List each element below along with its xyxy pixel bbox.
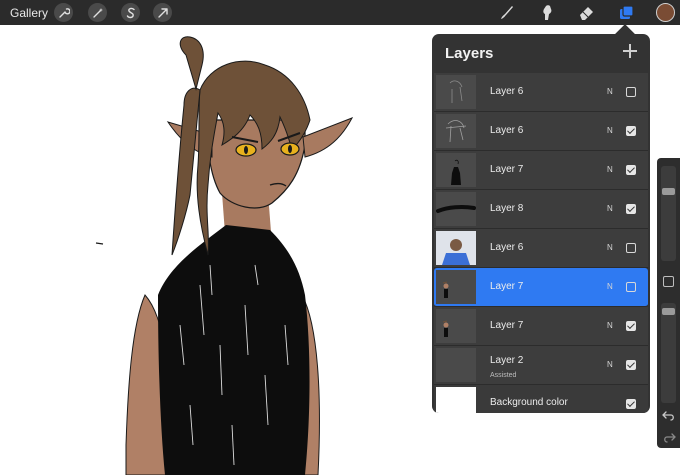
- layer-row[interactable]: Layer 8 N: [434, 190, 648, 229]
- layer-name: Layer 7: [490, 164, 524, 175]
- blend-mode-button[interactable]: N: [607, 87, 613, 96]
- visibility-checkbox[interactable]: [626, 126, 636, 136]
- layers-icon[interactable]: [617, 3, 636, 22]
- layer-thumbnail: [436, 348, 476, 382]
- color-picker-swatch[interactable]: [656, 3, 675, 22]
- eraser-icon[interactable]: [577, 3, 596, 22]
- transform-arrow-icon[interactable]: [153, 3, 172, 22]
- layer-name: Layer 7: [490, 281, 524, 292]
- background-color-label: Background color: [490, 397, 568, 408]
- blend-mode-button[interactable]: N: [607, 204, 613, 213]
- layer-thumbnail: [436, 231, 476, 265]
- opacity-thumb[interactable]: [662, 307, 675, 315]
- layer-row[interactable]: Layer 7 N: [434, 151, 648, 190]
- redo-icon[interactable]: [662, 432, 676, 444]
- adjustments-wand-icon[interactable]: [88, 3, 107, 22]
- blend-mode-button[interactable]: N: [607, 282, 613, 291]
- plus-icon[interactable]: [622, 43, 638, 59]
- blend-mode-button[interactable]: N: [607, 165, 613, 174]
- selection-s-icon[interactable]: [121, 3, 140, 22]
- gallery-button[interactable]: Gallery: [10, 6, 48, 20]
- layer-thumbnail: [436, 153, 476, 187]
- layer-thumbnail: [436, 114, 476, 148]
- background-color-swatch[interactable]: [436, 387, 476, 413]
- layer-thumbnail: [436, 75, 476, 109]
- smudge-icon[interactable]: [537, 3, 556, 22]
- layer-name: Layer 8: [490, 203, 524, 214]
- visibility-checkbox[interactable]: [626, 204, 636, 214]
- side-slider-bar: [657, 158, 680, 448]
- layer-thumbnail: [436, 270, 476, 304]
- visibility-checkbox[interactable]: [626, 282, 636, 292]
- visibility-checkbox[interactable]: [626, 399, 636, 409]
- layer-thumbnail: [436, 309, 476, 343]
- visibility-checkbox[interactable]: [626, 321, 636, 331]
- layer-list: Layer 6 N Layer 6 N Layer 7 N Layer 8 N: [434, 73, 648, 413]
- brush-size-slider[interactable]: [661, 166, 676, 261]
- top-toolbar: Gallery: [0, 0, 680, 25]
- layer-row[interactable]: Layer 6 N: [434, 112, 648, 151]
- layer-thumbnail: [436, 192, 476, 226]
- blend-mode-button[interactable]: N: [607, 243, 613, 252]
- brush-size-thumb[interactable]: [662, 188, 675, 195]
- undo-icon[interactable]: [662, 410, 676, 422]
- layer-name: Layer 7: [490, 320, 524, 331]
- square-modify-icon[interactable]: [663, 276, 674, 287]
- layer-row[interactable]: Layer 7 N: [434, 307, 648, 346]
- blend-mode-button[interactable]: N: [607, 126, 613, 135]
- visibility-checkbox[interactable]: [626, 87, 636, 97]
- layer-row[interactable]: Layer 7 N: [434, 268, 648, 307]
- layer-name: Layer 6: [490, 125, 524, 136]
- layer-row[interactable]: Layer 2 Assisted N: [434, 346, 648, 385]
- layer-name: Layer 6: [490, 242, 524, 253]
- layers-panel: Layers Layer 6 N Layer 6 N Layer 7 N Lay…: [432, 34, 650, 413]
- layer-name: Layer 6: [490, 86, 524, 97]
- blend-mode-button[interactable]: N: [607, 360, 613, 369]
- background-color-row[interactable]: Background color: [434, 385, 648, 413]
- layer-name: Layer 2: [490, 355, 524, 366]
- visibility-checkbox[interactable]: [626, 360, 636, 370]
- layer-row[interactable]: Layer 6 N: [434, 73, 648, 112]
- layers-panel-title: Layers: [445, 45, 494, 62]
- brush-icon[interactable]: [497, 3, 516, 22]
- opacity-slider[interactable]: [661, 303, 676, 403]
- layer-row[interactable]: Layer 6 N: [434, 229, 648, 268]
- layer-subtitle: Assisted: [490, 372, 517, 379]
- actions-wrench-icon[interactable]: [54, 3, 73, 22]
- visibility-checkbox[interactable]: [626, 243, 636, 253]
- visibility-checkbox[interactable]: [626, 165, 636, 175]
- blend-mode-button[interactable]: N: [607, 321, 613, 330]
